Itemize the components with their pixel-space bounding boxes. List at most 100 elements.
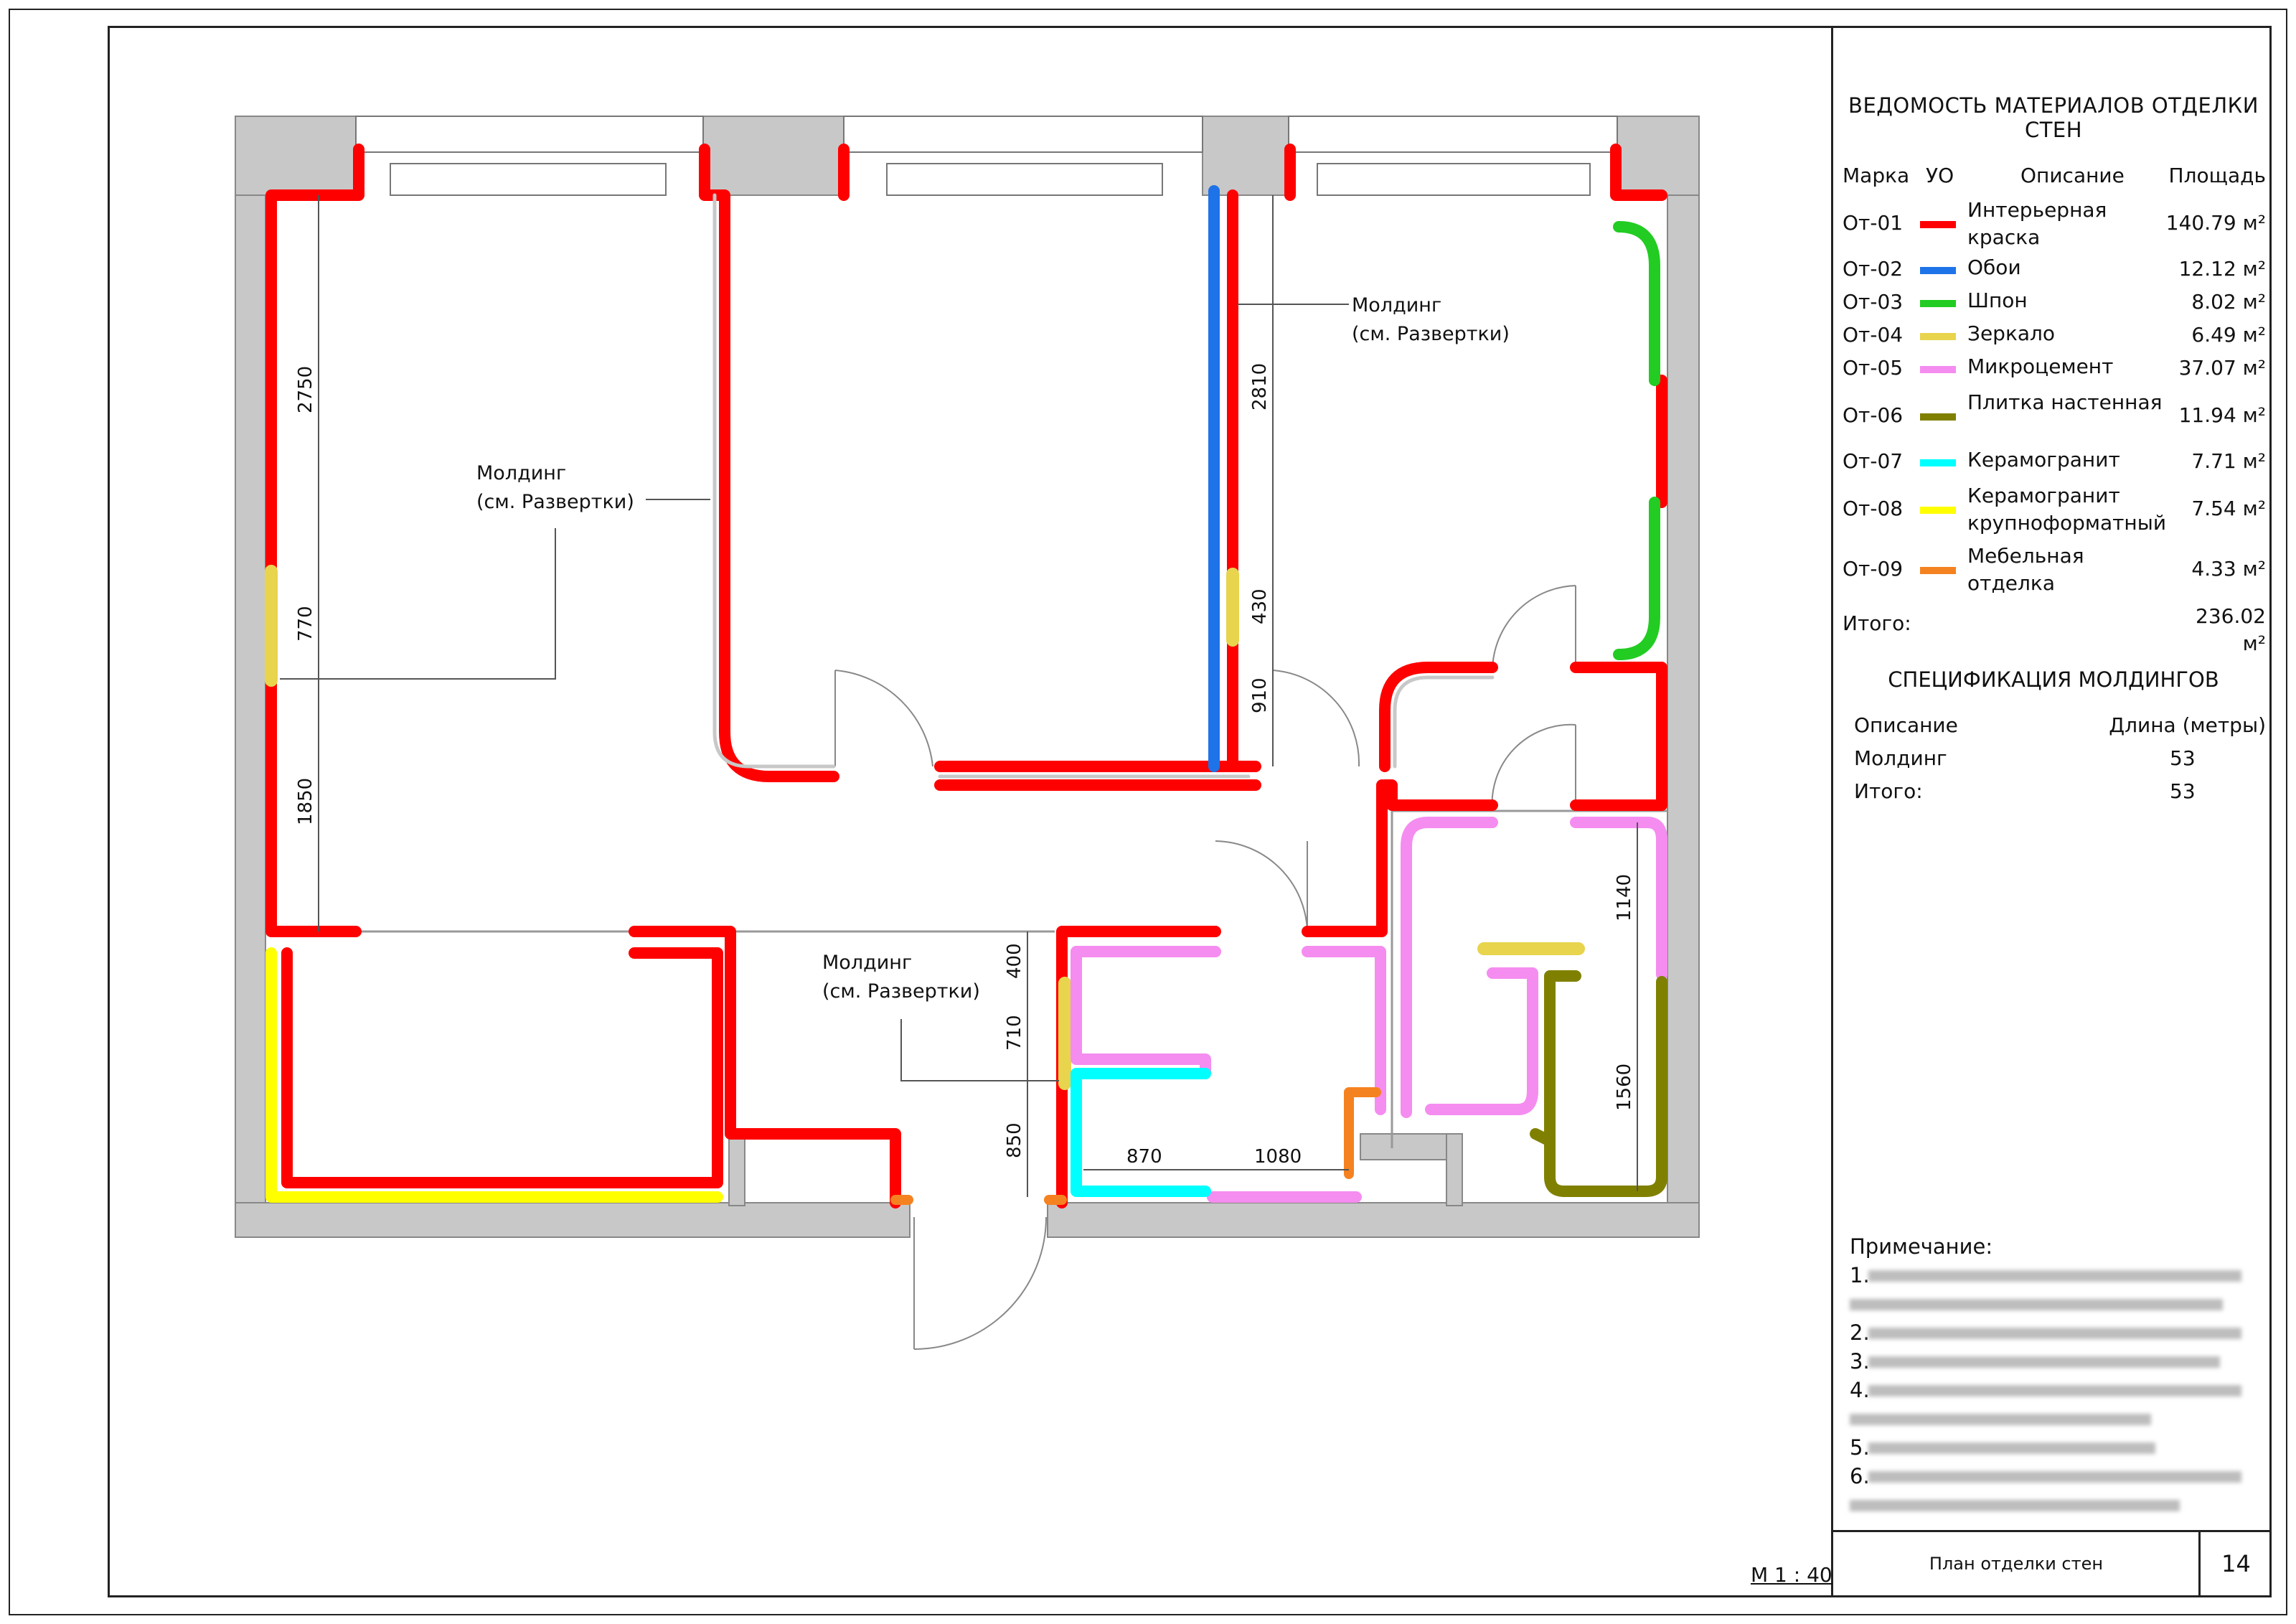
legend-row: От-05 Микроцемент 37.07 м² (1838, 355, 2269, 389)
legend-mark: От-02 (1843, 257, 1904, 281)
paint-seg-10 (1379, 662, 1498, 772)
leader-1b (280, 528, 556, 680)
note-6-cont (1850, 1493, 2252, 1521)
legend-mark: От-01 (1843, 211, 1904, 235)
dim-430: 430 (1249, 588, 1271, 624)
legend-total-value: 236.02 м² (2196, 604, 2266, 655)
spec-total-label: Итого: (1854, 779, 1923, 803)
legend-header-row: Марка УО Описание Площадь (1838, 164, 2269, 197)
moulding-room2 (1393, 675, 1495, 769)
dim-1140: 1140 (1614, 874, 1635, 921)
legend-desc: Обои (1967, 255, 2021, 279)
callout-1-line1: Молдинг (476, 462, 566, 484)
legend-desc: Шпон (1967, 288, 2028, 312)
notes-title: Примечание: (1850, 1234, 1993, 1259)
legend-desc: Интерьерная краска (1967, 198, 2107, 249)
door-swing-entry (913, 1216, 1047, 1350)
note-6b-redacted (1850, 1500, 2180, 1511)
legend-header-mark: Марка (1843, 164, 1910, 187)
legend-total-label: Итого: (1843, 611, 1911, 635)
finish-porcelain (1071, 1068, 1211, 1197)
door-swing-kitchen (1215, 840, 1308, 932)
note-1-cont (1850, 1292, 2252, 1320)
tile-nook (1530, 1128, 1556, 1147)
legend-total-row: Итого: 236.02 м² (1838, 603, 2269, 663)
wall-left (235, 116, 266, 1238)
spec-row-length: 53 (2170, 746, 2196, 770)
callout-2-line1: Молдинг (1352, 294, 1441, 316)
legend-mark: От-03 (1843, 290, 1904, 314)
dim-1080: 1080 (1254, 1146, 1302, 1168)
legend-swatch (1920, 221, 1956, 228)
note-5: 5. (1850, 1435, 2252, 1464)
legend-row: От-02 Обои 12.12 м² (1838, 255, 2269, 290)
spec-total-row: Итого: 53 (1838, 779, 2269, 812)
dim-2750: 2750 (295, 366, 316, 413)
callout-labels: Молдинг (см. Развертки) Молдинг (см. Раз… (476, 294, 1510, 1003)
window-3 (1288, 116, 1618, 153)
microcement-hall (1302, 946, 1386, 1115)
sheet-title: План отделки стен (1929, 1554, 2104, 1574)
note-1: 1. (1850, 1263, 2252, 1292)
legend-swatch (1920, 507, 1956, 514)
veneer-top (1613, 221, 1660, 386)
note-5-num: 5. (1850, 1435, 1870, 1460)
legend-area: 8.02 м² (2191, 290, 2266, 314)
finish-wall-tile (1530, 970, 1667, 1197)
legend-swatch (1920, 567, 1956, 574)
spec-header-row: Описание Длина (метры) (1838, 713, 2269, 746)
sheet-number: 14 (2221, 1550, 2251, 1577)
legend-row: От-07 Керамогранит 7.71 м² (1838, 448, 2269, 482)
paint-seg-3 (699, 144, 839, 782)
legend-mark: От-08 (1843, 497, 1904, 520)
legend-area: 37.07 м² (2178, 356, 2266, 380)
door-swing-room2 (1272, 670, 1360, 767)
note-1-redacted (1868, 1270, 2241, 1282)
bath-wall-3 (1446, 1133, 1463, 1206)
sill-3 (1317, 163, 1591, 196)
legend-mark: От-07 (1843, 449, 1904, 473)
microcement-bath (1401, 817, 1498, 1118)
legend-row: От-06 Плитка настенная 11.94 м² (1838, 389, 2269, 449)
legend-area: 6.49 м² (2191, 323, 2266, 347)
window-2 (843, 116, 1203, 153)
legend-rows: От-01 Интерьерная краска 140.79 м² От-02 Обо… (1838, 197, 2269, 603)
notes-block: Примечание: 1. 2. 3. 4. 5. 6. (1850, 1234, 2252, 1521)
bath-wall-2 (1360, 1133, 1447, 1160)
dim-910: 910 (1249, 677, 1271, 713)
paint-seg-12 (1379, 779, 1498, 811)
legend-area: 11.94 м² (2178, 403, 2266, 427)
door-swing-hall (1492, 585, 1576, 671)
note-5-redacted (1868, 1442, 2155, 1454)
pier-4 (1617, 116, 1700, 196)
spec-row-desc: Молдинг (1854, 746, 1947, 770)
callout-2-line2: (см. Развертки) (1352, 323, 1510, 345)
panel-divider (1831, 26, 1833, 1597)
dim-770: 770 (295, 606, 316, 642)
scale-label: М 1 : 40 (1751, 1563, 1832, 1587)
legend-swatch (1920, 267, 1956, 274)
floor-plan: Молдинг (см. Развертки) Молдинг (см. Раз… (235, 116, 1700, 1350)
door-swing-room1 (834, 670, 933, 767)
moulding-room1 (712, 193, 836, 769)
dim-1850: 1850 (295, 778, 316, 825)
sill-2 (886, 163, 1163, 196)
pier-2 (702, 116, 844, 196)
legend-row: От-01 Интерьерная краска 140.79 м² (1838, 197, 2269, 257)
dim-400: 400 (1004, 943, 1025, 979)
finish-large-porcelain (265, 947, 723, 1203)
tile-shower (1544, 970, 1667, 1197)
legend-swatch (1920, 333, 1956, 340)
legend-area: 7.54 м² (2191, 497, 2266, 520)
dim-1560: 1560 (1614, 1064, 1635, 1111)
moulding-spec: СПЕЦИФИКАЦИЯ МОЛДИНГОВ Описание Длина (м… (1838, 667, 2269, 812)
note-3-num: 3. (1850, 1349, 1870, 1374)
legend-row: От-04 Зеркало 6.49 м² (1838, 321, 2269, 356)
microcement-vanity (1425, 967, 1538, 1115)
legend-desc: Микроцемент (1967, 355, 2114, 378)
dim-870: 870 (1126, 1146, 1162, 1168)
legend-swatch (1920, 413, 1956, 421)
legend-header-uo: УО (1926, 164, 1954, 187)
wall-finishes (265, 144, 1667, 1208)
note-4-redacted (1868, 1385, 2241, 1397)
